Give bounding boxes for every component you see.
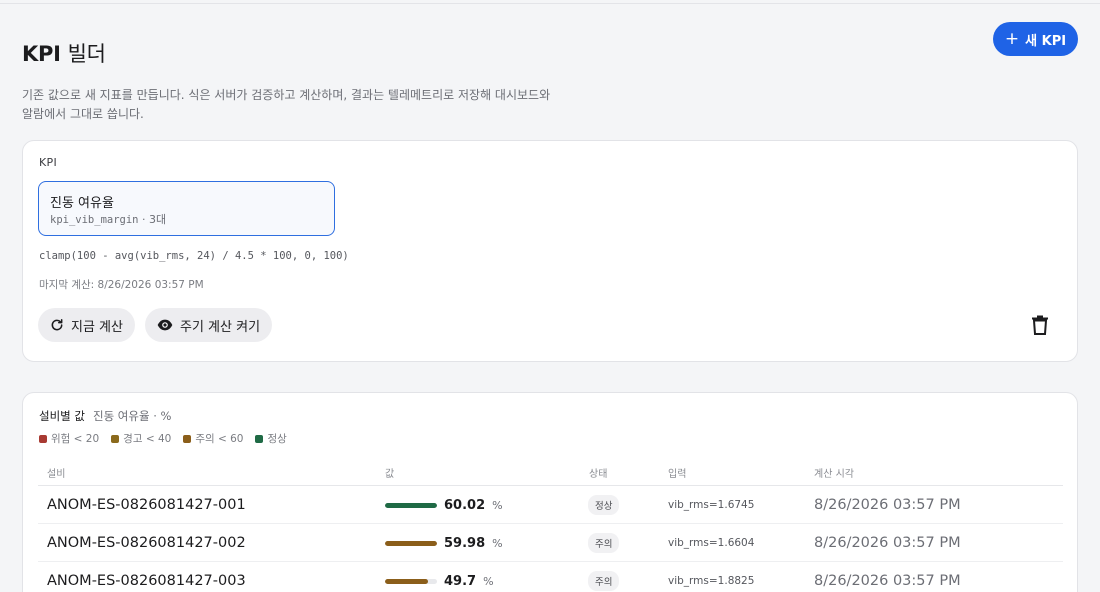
table-row[interactable]: ANOM-ES-0826081427-002 59.98% 주의 vib_rms…	[38, 524, 1063, 562]
legend-warning: 경고 < 40	[111, 431, 171, 446]
device-values-card: 설비별 값 진동 여유율 · % 위험 < 20 경고 < 40 주의 < 60…	[22, 392, 1078, 592]
device-name: ANOM-ES-0826081427-002	[47, 535, 246, 551]
column-header-value: 값	[385, 469, 395, 480]
kpi-item-code: kpi_vib_margin	[50, 214, 139, 226]
kpi-item-name: 진동 여유율	[50, 196, 114, 211]
legend-danger: 위험 < 20	[39, 431, 99, 446]
page-title-bold: KPI	[22, 42, 61, 66]
periodic-calc-button[interactable]: 주기 계산 켜기	[145, 308, 273, 342]
description-line-1: 기존 값으로 새 지표를 만듭니다. 식은 서버가 검증하고 계산하며, 결과는…	[22, 88, 551, 102]
legend-swatch	[255, 434, 264, 443]
legend-swatch	[183, 434, 192, 443]
legend-label: 주의 < 60	[195, 433, 244, 445]
page-description: 기존 값으로 새 지표를 만듭니다. 식은 서버가 검증하고 계산하며, 결과는…	[22, 86, 622, 124]
device-name: ANOM-ES-0826081427-003	[47, 573, 246, 589]
legend-label: 정상	[267, 433, 287, 445]
kpi-item-meta: kpi_vib_margin · 3대	[50, 211, 166, 227]
value-unit: %	[492, 536, 503, 550]
calc-now-button[interactable]: 지금 계산	[38, 308, 135, 342]
values-kpi-ref: 진동 여유율 · %	[92, 409, 172, 423]
calc-time: 8/26/2026 03:57 PM	[814, 573, 961, 589]
input-value: vib_rms=1.6604	[668, 537, 755, 549]
kpi-list-item-selected[interactable]: 진동 여유율 kpi_vib_margin · 3대	[38, 181, 335, 236]
value-unit: %	[483, 574, 494, 588]
kpi-section-label: KPI	[39, 156, 57, 169]
legend-swatch	[111, 434, 120, 443]
values-title: 설비별 값	[39, 409, 85, 423]
legend-label: 위험 < 20	[51, 433, 100, 445]
legend-normal: 정상	[255, 431, 287, 446]
value-cell: 60.02%	[444, 486, 503, 524]
delete-kpi-button[interactable]	[1031, 315, 1049, 335]
status-cell: 주의	[588, 562, 620, 592]
top-divider	[0, 3, 1100, 4]
device-name: ANOM-ES-0826081427-001	[47, 497, 246, 513]
kpi-item-count: · 3대	[142, 213, 167, 226]
refresh-icon	[50, 318, 64, 332]
trash-icon	[1031, 315, 1049, 339]
new-kpi-label: 새 KPI	[1025, 33, 1067, 49]
periodic-calc-label: 주기 계산 켜기	[180, 319, 261, 335]
value-number: 59.98	[444, 535, 486, 551]
status-badge: 정상	[588, 495, 620, 515]
page-title: KPI 빌더	[22, 38, 106, 68]
value-bar	[385, 524, 437, 562]
table-row[interactable]: ANOM-ES-0826081427-001 60.02% 정상 vib_rms…	[38, 486, 1063, 524]
column-header-status: 상태	[589, 469, 608, 480]
legend-caution: 주의 < 60	[183, 431, 243, 446]
values-header: 설비별 값 진동 여유율 · %	[39, 408, 171, 424]
column-header-input: 입력	[668, 469, 687, 480]
table-row[interactable]: ANOM-ES-0826081427-003 49.7% 주의 vib_rms=…	[38, 562, 1063, 592]
last-calc-time: 마지막 계산: 8/26/2026 03:57 PM	[39, 279, 204, 291]
input-value: vib_rms=1.8825	[668, 575, 755, 587]
value-number: 60.02	[444, 497, 486, 513]
value-cell: 49.7%	[444, 562, 494, 592]
value-cell: 59.98%	[444, 524, 503, 562]
new-kpi-button[interactable]: + 새 KPI	[993, 22, 1078, 56]
calc-now-label: 지금 계산	[71, 319, 123, 335]
value-bar	[385, 486, 437, 524]
kpi-card: KPI 진동 여유율 kpi_vib_margin · 3대 clamp(100…	[22, 140, 1078, 362]
legend-label: 경고 < 40	[123, 433, 172, 445]
legend-swatch	[39, 434, 47, 443]
status-badge: 주의	[588, 533, 620, 553]
kpi-formula: clamp(100 - avg(vib_rms, 24) / 4.5 * 100…	[39, 250, 349, 262]
input-value: vib_rms=1.6745	[668, 499, 755, 511]
value-number: 49.7	[444, 573, 477, 589]
column-header-device: 설비	[47, 469, 66, 480]
value-unit: %	[492, 498, 503, 512]
value-bar	[385, 562, 437, 592]
calc-time: 8/26/2026 03:57 PM	[814, 535, 961, 551]
column-header-time: 계산 시각	[814, 469, 854, 480]
status-badge: 주의	[588, 571, 620, 591]
plus-icon: +	[1004, 28, 1020, 49]
status-cell: 정상	[588, 486, 620, 524]
status-legend: 위험 < 20 경고 < 40 주의 < 60 정상	[39, 431, 287, 446]
description-line-2: 알람에서 그대로 씁니다.	[22, 107, 144, 121]
calc-time: 8/26/2026 03:57 PM	[814, 497, 961, 513]
status-cell: 주의	[588, 524, 620, 562]
eye-icon	[157, 318, 173, 332]
page-title-rest: 빌더	[67, 42, 106, 66]
